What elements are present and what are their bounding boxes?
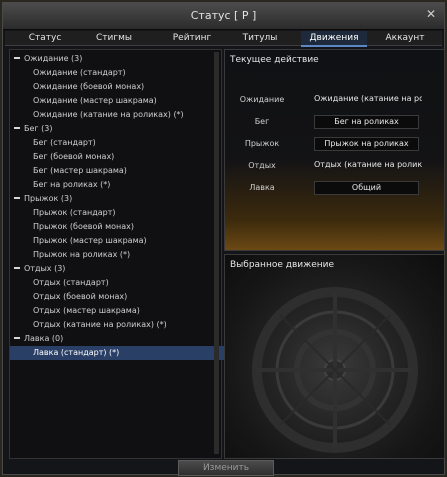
- category-run[interactable]: Бег (3): [10, 122, 53, 136]
- list-item[interactable]: Отдых (мастер шакрама): [10, 304, 140, 318]
- run-label: Бег: [254, 117, 270, 126]
- close-icon[interactable]: ✕: [424, 7, 438, 21]
- scrollbar[interactable]: [214, 52, 219, 454]
- category-label: Лавка (0): [24, 334, 64, 343]
- category-idle[interactable]: Ожидание (3): [10, 52, 82, 66]
- collapse-icon[interactable]: [14, 266, 20, 269]
- run-value-field[interactable]: Бег на роликах: [314, 115, 419, 129]
- list-item[interactable]: Бег (мастер шакрама): [10, 164, 127, 178]
- list-item[interactable]: Бег (боевой монах): [10, 150, 114, 164]
- idle-label: Ожидание: [239, 95, 285, 104]
- list-item[interactable]: Ожидание (боевой монах): [10, 80, 144, 94]
- category-label: Бег (3): [24, 124, 53, 133]
- tab-bar: Статус Стигмы Рейтинг Титулы Движения Ак…: [5, 31, 442, 47]
- category-label: Прыжок (3): [24, 194, 73, 203]
- category-rest[interactable]: Отдых (3): [10, 262, 65, 276]
- jump-label: Прыжок: [244, 139, 280, 148]
- list-item[interactable]: Отдых (стандарт): [10, 276, 109, 290]
- panel-title: Текущее действие: [230, 55, 319, 65]
- tab-titles[interactable]: Титулы: [235, 31, 285, 45]
- window-title: Статус [ P ]: [190, 9, 257, 22]
- tab-motions[interactable]: Движения: [301, 31, 367, 47]
- list-item[interactable]: Отдых (боевой монах): [10, 290, 127, 304]
- list-item[interactable]: Прыжок (стандарт): [10, 206, 116, 220]
- list-item[interactable]: Прыжок (боевой монах): [10, 220, 134, 234]
- list-item-selected[interactable]: Лавка (стандарт) (*): [10, 346, 230, 360]
- change-button[interactable]: Изменить: [178, 460, 274, 476]
- rest-label: Отдых: [248, 161, 276, 170]
- list-item[interactable]: Отдых (катание на роликах) (*): [10, 318, 167, 332]
- shop-value-field[interactable]: Общий: [314, 181, 419, 195]
- collapse-icon[interactable]: [14, 196, 20, 199]
- collapse-icon[interactable]: [14, 126, 20, 129]
- scrollbar-thumb[interactable]: [214, 52, 219, 454]
- tab-rating[interactable]: Рейтинг: [162, 31, 222, 45]
- status-window: Статус [ P ] ✕ Статус Стигмы Рейтинг Тит…: [2, 2, 445, 476]
- shop-label: Лавка: [249, 183, 275, 192]
- list-item[interactable]: Бег (стандарт): [10, 136, 96, 150]
- collapse-icon[interactable]: [14, 56, 20, 59]
- panel-title: Выбранное движение: [230, 260, 335, 270]
- motion-preview-emblem: [252, 287, 418, 453]
- list-item[interactable]: Ожидание (стандарт): [10, 66, 126, 80]
- current-action-panel: Текущее действие Ожидание Ожидание (ката…: [224, 49, 445, 251]
- idle-value: Ожидание (катание на ролі: [314, 94, 422, 103]
- list-item[interactable]: Ожидание (катание на роликах) (*): [10, 108, 184, 122]
- list-item[interactable]: Прыжок на роликах (*): [10, 248, 130, 262]
- collapse-icon[interactable]: [14, 336, 20, 339]
- tab-status[interactable]: Статус: [19, 31, 71, 45]
- list-item[interactable]: Прыжок (мастер шакрама): [10, 234, 147, 248]
- jump-value-field[interactable]: Прыжок на роликах: [314, 137, 419, 151]
- category-label: Ожидание (3): [24, 54, 83, 63]
- title-bar[interactable]: Статус [ P ] ✕: [3, 3, 444, 30]
- rest-value: Отдых (катание на роликах: [314, 160, 422, 169]
- tab-stigmas[interactable]: Стигмы: [88, 31, 140, 45]
- motion-list-panel: Ожидание (3) Ожидание (стандарт) Ожидани…: [9, 49, 230, 459]
- list-item[interactable]: Бег на роликах (*): [10, 178, 110, 192]
- selected-motion-panel: Выбранное движение: [224, 254, 445, 459]
- category-jump[interactable]: Прыжок (3): [10, 192, 72, 206]
- category-shop[interactable]: Лавка (0): [10, 332, 63, 346]
- category-label: Отдых (3): [24, 264, 66, 273]
- tab-account[interactable]: Аккаунт: [375, 31, 435, 45]
- list-item[interactable]: Ожидание (мастер шакрама): [10, 94, 157, 108]
